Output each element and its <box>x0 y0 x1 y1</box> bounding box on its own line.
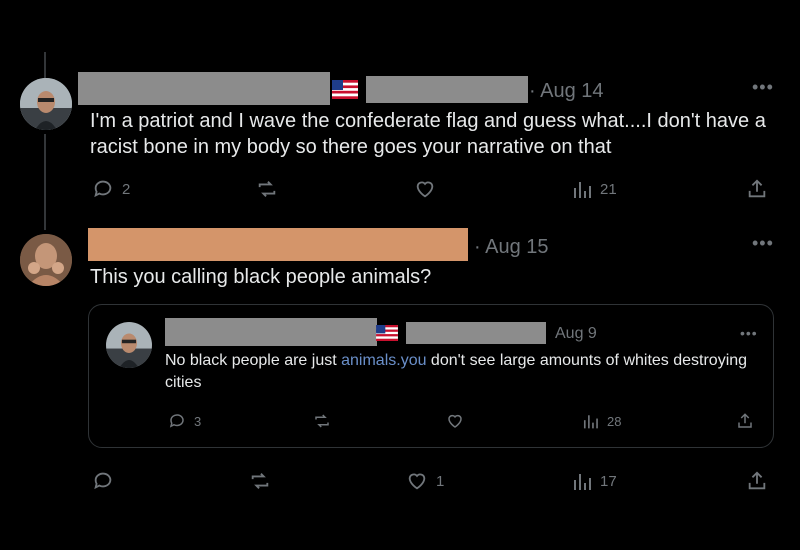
redacted-display-name <box>88 228 468 261</box>
more-horizontal-icon[interactable]: ••• <box>740 326 758 340</box>
redacted-display-name <box>78 72 330 105</box>
like-icon <box>448 414 462 428</box>
share-button[interactable] <box>746 470 768 492</box>
repost-button[interactable] <box>255 178 279 200</box>
views-button[interactable]: 17 <box>572 470 617 492</box>
share-icon <box>748 179 766 198</box>
views-icon <box>574 474 591 490</box>
reply-count: 3 <box>194 413 202 429</box>
reply-icon <box>169 414 184 428</box>
us-flag-icon <box>376 325 398 346</box>
views-count: 28 <box>607 413 622 429</box>
avatar <box>106 322 152 368</box>
share-icon <box>738 413 752 428</box>
quoted-text-link[interactable]: animals.you <box>341 352 426 369</box>
quoted-reply-button[interactable]: 3 <box>168 412 201 430</box>
more-horizontal-icon[interactable]: ••• <box>752 234 774 252</box>
views-count: 21 <box>600 180 617 198</box>
reply-icon <box>94 180 112 198</box>
avatar[interactable] <box>20 78 72 130</box>
reply-button[interactable] <box>92 470 114 492</box>
repost-icon <box>251 473 269 489</box>
us-flag-icon <box>332 80 358 104</box>
repost-icon <box>315 414 329 428</box>
like-button[interactable]: 1 <box>406 470 444 492</box>
views-button[interactable]: 21 <box>572 178 617 200</box>
post-text: I'm a patriot and I wave the confederate… <box>90 110 766 158</box>
share-icon <box>748 471 766 490</box>
like-button[interactable] <box>414 178 436 200</box>
reply-count: 2 <box>122 180 131 198</box>
quoted-share-button[interactable] <box>736 412 754 430</box>
avatar[interactable] <box>20 234 72 286</box>
thread-connector <box>44 134 46 230</box>
repost-icon <box>258 181 276 197</box>
like-icon <box>416 181 434 198</box>
post-date[interactable]: · Aug 14 <box>529 80 604 103</box>
views-icon <box>583 415 598 429</box>
quoted-post-text: No black people are just animals.you don… <box>165 350 755 394</box>
more-horizontal-icon[interactable]: ••• <box>752 78 774 96</box>
reply-button[interactable]: 2 <box>92 178 130 200</box>
quoted-repost-button[interactable] <box>312 412 332 430</box>
redacted-display-name <box>165 318 377 346</box>
repost-button[interactable] <box>248 470 272 492</box>
like-icon <box>408 473 426 490</box>
quoted-text-part: No black people are just <box>165 352 342 369</box>
like-count: 1 <box>436 472 445 490</box>
views-count: 17 <box>600 472 617 490</box>
quoted-views-button[interactable]: 28 <box>582 412 621 430</box>
redacted-username <box>406 322 546 344</box>
views-icon <box>574 182 591 198</box>
post-text: This you calling black people animals? <box>90 266 432 288</box>
share-button[interactable] <box>746 178 768 200</box>
reply-icon <box>94 472 112 490</box>
quoted-like-button[interactable] <box>446 412 464 430</box>
post-date[interactable]: · Aug 15 <box>474 236 549 259</box>
quoted-post-date: Aug 9 <box>555 325 597 342</box>
redacted-username <box>366 76 528 103</box>
